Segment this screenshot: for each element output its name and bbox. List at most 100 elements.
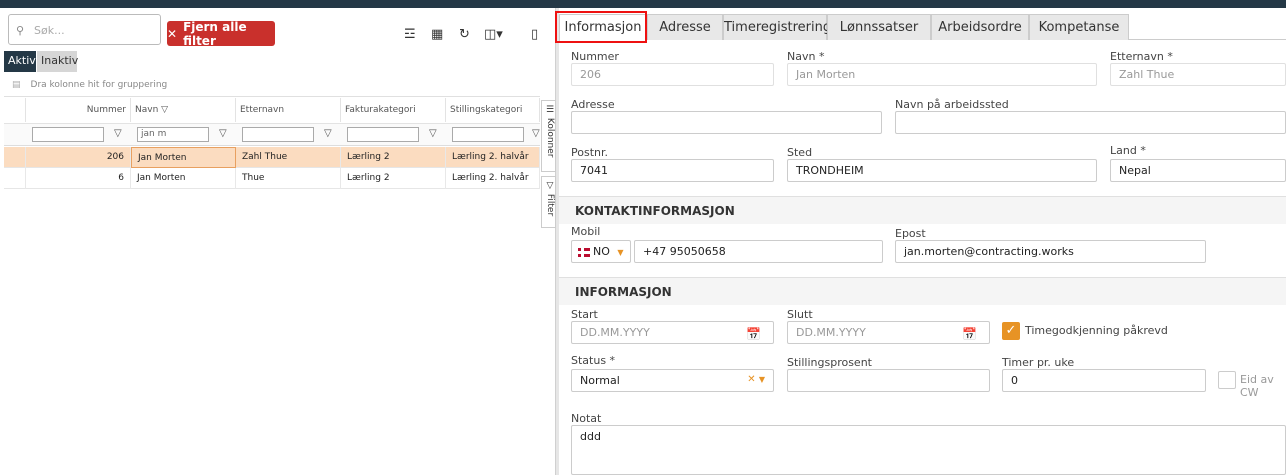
clear-filter-label: Fjern alle filter [183, 19, 247, 48]
status-value: Normal [580, 374, 620, 387]
cell-etternavn: Zahl Thue [236, 147, 341, 168]
filter-input-fakturakategori[interactable] [347, 127, 419, 142]
calendar-icon[interactable]: 📅 [962, 327, 977, 341]
side-tab-filter-label: Filter [545, 193, 555, 217]
country-code-select[interactable]: NO ▼ [571, 240, 631, 263]
export-icon[interactable]: ◫▾ [484, 27, 503, 42]
slutt-date-field[interactable]: DD.MM.YYYY 📅 [787, 321, 990, 344]
tab-adresse[interactable]: Adresse [647, 14, 723, 40]
norway-flag-icon [578, 247, 590, 257]
tab-lonnssatser[interactable]: Lønnssatser [827, 14, 931, 40]
column-header-fakturakategori[interactable]: Fakturakategori [341, 98, 446, 122]
etternavn-field[interactable]: Zahl Thue [1110, 63, 1286, 86]
calendar-icon[interactable]: 📅 [746, 327, 761, 341]
timegodkjenning-checkbox[interactable]: ✓ [1002, 322, 1020, 340]
group-rows-icon[interactable]: ☲ [404, 27, 416, 42]
kontakt-section-title: KONTAKTINFORMASJON [559, 196, 1286, 224]
timer-field[interactable]: 0 [1002, 369, 1206, 392]
filter-icon[interactable]: ▽ [219, 128, 227, 139]
clear-select-icon[interactable]: ✕ ▼ [747, 374, 765, 385]
tab-arbeidsordre[interactable]: Arbeidsordre [931, 14, 1029, 40]
tab-aktiv[interactable]: Aktiv [4, 51, 36, 72]
cell-navn: Jan Morten [131, 147, 236, 168]
status-select[interactable]: Normal ✕ ▼ [571, 369, 774, 392]
epost-field[interactable]: jan.morten@contracting.works [895, 240, 1206, 263]
column-header-stillingskategori[interactable]: Stillingskategori [446, 98, 540, 122]
search-input[interactable]: ⚲ Søk... [8, 14, 161, 45]
column-header-navn-label: Navn [135, 105, 159, 115]
cell-fakturakategori: Lærling 2 [341, 147, 446, 168]
refresh-icon[interactable]: ↻ [459, 27, 470, 42]
land-label: Land * [1110, 144, 1146, 157]
country-code-value: NO [593, 245, 610, 258]
eid-checkbox[interactable] [1218, 371, 1236, 389]
start-label: Start [571, 308, 598, 321]
detail-tabs: Informasjon Adresse Timeregistrering Løn… [559, 14, 1286, 41]
tab-inaktiv[interactable]: Inaktiv [37, 51, 78, 72]
group-drop-zone[interactable]: ▤ Dra kolonne hit for gruppering [4, 75, 540, 97]
stillingsprosent-field[interactable] [787, 369, 990, 392]
cell-fakturakategori: Lærling 2 [341, 168, 446, 189]
filter-row: ▽ jan m ▽ ▽ ▽ ▽ [4, 123, 540, 146]
side-tab-kolonner[interactable]: ☰ Kolonner [541, 100, 556, 172]
cell-nummer: 206 [26, 147, 131, 168]
column-header-nummer[interactable]: Nummer [26, 98, 131, 122]
row-select-cell[interactable] [4, 147, 26, 168]
panel-toggle-icon[interactable]: ▯ [531, 27, 538, 42]
notat-field[interactable]: ddd [571, 425, 1286, 475]
column-header-etternavn[interactable]: Etternavn [236, 98, 341, 122]
postnr-field[interactable]: 7041 [571, 159, 774, 182]
start-date-field[interactable]: DD.MM.YYYY 📅 [571, 321, 774, 344]
filter-input-stillingskategori[interactable] [452, 127, 524, 142]
filter-small-icon: ▽ [545, 181, 555, 191]
info-section-title: INFORMASJON [559, 277, 1286, 305]
filter-icon[interactable]: ▽ [532, 128, 540, 139]
row-select-header [4, 98, 26, 122]
group-hint: Dra kolonne hit for gruppering [30, 80, 168, 90]
filter-input-etternavn[interactable] [242, 127, 314, 142]
panel-splitter[interactable] [556, 8, 559, 475]
navn-label: Navn * [787, 50, 825, 63]
table-row[interactable]: 206 Jan Morten Zahl Thue Lærling 2 Lærli… [4, 147, 540, 168]
table-row[interactable]: 6 Jan Morten Thue Lærling 2 Lærling 2. h… [4, 168, 540, 189]
timegodkjenning-label: Timegodkjenning påkrevd [1025, 324, 1168, 337]
postnr-label: Postnr. [571, 146, 608, 159]
side-tab-kolonner-label: Kolonner [545, 117, 555, 158]
slutt-label: Slutt [787, 308, 813, 321]
arbeidssted-label: Navn på arbeidssted [895, 98, 1009, 111]
sort-icon: ▽ [161, 105, 169, 115]
filter-icon[interactable]: ▽ [429, 128, 437, 139]
nummer-field[interactable]: 206 [571, 63, 774, 86]
group-icon: ▤ [12, 80, 21, 90]
columns-icon[interactable]: ▦ [431, 27, 443, 42]
check-icon: ✓ [1005, 323, 1017, 338]
chevron-down-icon: ▼ [617, 248, 624, 257]
tab-kompetanse[interactable]: Kompetanse [1029, 14, 1129, 40]
filter-icon[interactable]: ▽ [114, 128, 122, 139]
sted-field[interactable]: TRONDHEIM [787, 159, 1097, 182]
clear-filter-button[interactable]: ✕ Fjern alle filter [167, 19, 275, 48]
row-select-cell[interactable] [4, 168, 26, 189]
adresse-field[interactable] [571, 111, 882, 134]
cell-nummer: 6 [26, 168, 131, 189]
etternavn-label: Etternavn * [1110, 50, 1173, 63]
mobil-field[interactable]: +47 95050658 [634, 240, 883, 263]
nummer-label: Nummer [571, 50, 619, 63]
column-header-navn[interactable]: Navn ▽ [131, 98, 236, 122]
land-select[interactable]: Nepal [1110, 159, 1286, 182]
search-placeholder: Søk... [34, 24, 65, 37]
adresse-label: Adresse [571, 98, 615, 111]
side-tab-filter[interactable]: ▽ Filter [541, 176, 556, 228]
navn-field[interactable]: Jan Morten [787, 63, 1097, 86]
top-bar [0, 0, 1286, 8]
close-icon: ✕ [167, 26, 178, 41]
filter-icon[interactable]: ▽ [324, 128, 332, 139]
filter-input-navn[interactable]: jan m [137, 127, 209, 142]
start-date-placeholder: DD.MM.YYYY [580, 326, 650, 339]
columns-small-icon: ☰ [545, 105, 555, 115]
tab-informasjon[interactable]: Informasjon [559, 14, 647, 41]
arbeidssted-field[interactable] [895, 111, 1286, 134]
filter-input-nummer[interactable] [32, 127, 104, 142]
tab-timeregistrering[interactable]: Timeregistrering [723, 14, 831, 40]
search-icon: ⚲ [16, 24, 25, 37]
